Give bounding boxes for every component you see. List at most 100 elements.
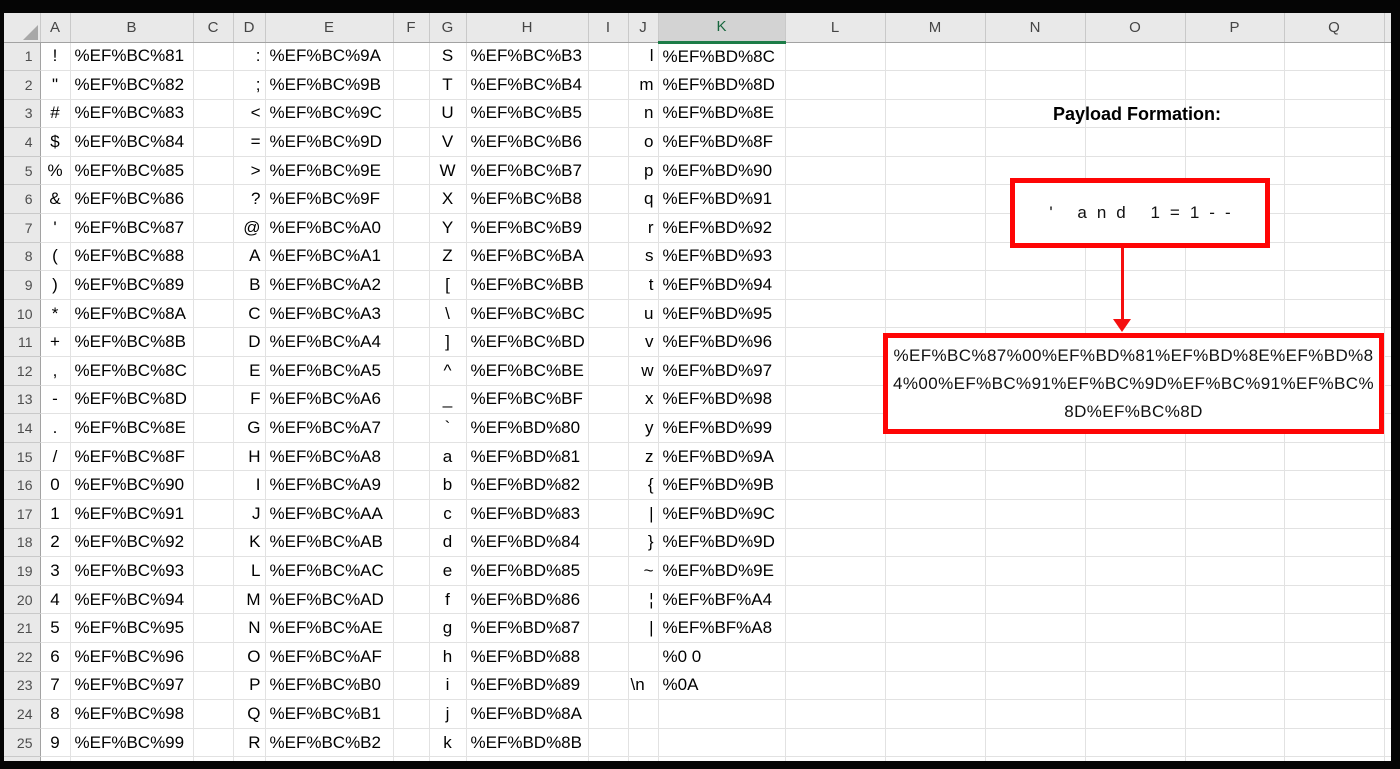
row-header-7[interactable]: 7 <box>4 213 41 243</box>
cell-F17[interactable] <box>393 499 430 529</box>
column-header-A[interactable]: A <box>40 13 71 43</box>
row-header-19[interactable]: 19 <box>4 556 41 586</box>
cell-O19[interactable] <box>1085 556 1186 586</box>
cell-C16[interactable] <box>193 470 234 500</box>
cell-I25[interactable] <box>588 728 629 758</box>
cell-M10[interactable] <box>885 299 986 329</box>
cell-B2[interactable]: %EF%BC%82 <box>70 70 194 100</box>
cell-M17[interactable] <box>885 499 986 529</box>
row-header-17[interactable]: 17 <box>4 499 41 529</box>
cell-B6[interactable]: %EF%BC%86 <box>70 184 194 215</box>
cell-A20[interactable]: 4 <box>40 585 71 615</box>
cell-K8[interactable]: %EF%BD%93 <box>658 242 786 272</box>
cell-K26[interactable] <box>658 756 786 761</box>
cell-C6[interactable] <box>193 184 234 215</box>
cell-P24[interactable] <box>1185 699 1285 729</box>
cell-E8[interactable]: %EF%BC%A1 <box>265 242 394 272</box>
cell-O17[interactable] <box>1085 499 1186 529</box>
cell-H16[interactable]: %EF%BD%82 <box>466 470 589 500</box>
cell-F13[interactable] <box>393 385 430 415</box>
cell-N19[interactable] <box>985 556 1086 586</box>
cell-H26[interactable] <box>466 756 589 761</box>
cell-K14[interactable]: %EF%BD%99 <box>658 413 786 443</box>
cell-E3[interactable]: %EF%BC%9C <box>265 99 394 129</box>
cell-K3[interactable]: %EF%BD%8E <box>658 99 786 129</box>
cell-C17[interactable] <box>193 499 234 529</box>
cell-B3[interactable]: %EF%BC%83 <box>70 99 194 129</box>
cell-I11[interactable] <box>588 327 629 358</box>
cell-C18[interactable] <box>193 528 234 558</box>
cell-P9[interactable] <box>1185 270 1285 300</box>
cell-B17[interactable]: %EF%BC%91 <box>70 499 194 529</box>
cell-I18[interactable] <box>588 528 629 558</box>
cell-D11[interactable]: D <box>233 327 266 358</box>
cell-G6[interactable]: X <box>429 184 467 215</box>
cell-K6[interactable]: %EF%BD%91 <box>658 184 786 215</box>
red-arrow-line[interactable] <box>1121 248 1124 321</box>
cell-O2[interactable] <box>1085 70 1186 100</box>
column-header-I[interactable]: I <box>588 13 629 43</box>
cell-P20[interactable] <box>1185 585 1285 615</box>
cell-N22[interactable] <box>985 642 1086 672</box>
cell-M5[interactable] <box>885 156 986 186</box>
sql-injection-input-box[interactable]: ' and 1=1-- <box>1010 178 1270 248</box>
cell-I7[interactable] <box>588 213 629 243</box>
column-header-M[interactable]: M <box>885 13 986 43</box>
row-header-5[interactable]: 5 <box>4 156 41 186</box>
cell-E5[interactable]: %EF%BC%9E <box>265 156 394 186</box>
cell-M20[interactable] <box>885 585 986 615</box>
row-header-1[interactable]: 1 <box>4 42 41 72</box>
cell-I6[interactable] <box>588 184 629 215</box>
cell-J3[interactable]: n <box>628 99 659 129</box>
cell-Q10[interactable] <box>1284 299 1385 329</box>
cell-O1[interactable] <box>1085 42 1186 72</box>
cell-L9[interactable] <box>785 270 886 300</box>
cell-D14[interactable]: G <box>233 413 266 443</box>
cell-L4[interactable] <box>785 127 886 157</box>
cell-H19[interactable]: %EF%BD%85 <box>466 556 589 586</box>
cell-E9[interactable]: %EF%BC%A2 <box>265 270 394 300</box>
cell-F11[interactable] <box>393 327 430 358</box>
cell-G19[interactable]: e <box>429 556 467 586</box>
cell-J24[interactable] <box>628 699 659 729</box>
cell-B26[interactable] <box>70 756 194 761</box>
cell-B21[interactable]: %EF%BC%95 <box>70 613 194 643</box>
cell-M25[interactable] <box>885 728 986 758</box>
cell-E6[interactable]: %EF%BC%9F <box>265 184 394 215</box>
cell-A13[interactable]: - <box>40 385 71 415</box>
cell-A18[interactable]: 2 <box>40 528 71 558</box>
cell-C12[interactable] <box>193 356 234 386</box>
cell-B8[interactable]: %EF%BC%88 <box>70 242 194 272</box>
row-header-13[interactable]: 13 <box>4 385 41 415</box>
cell-G4[interactable]: V <box>429 127 467 157</box>
cell-B16[interactable]: %EF%BC%90 <box>70 470 194 500</box>
column-header-K[interactable]: K <box>658 13 786 44</box>
cell-L23[interactable] <box>785 671 886 701</box>
cell-N26[interactable] <box>985 756 1086 761</box>
cell-P15[interactable] <box>1185 442 1285 472</box>
cell-G9[interactable]: [ <box>429 270 467 300</box>
cell-Q23[interactable] <box>1284 671 1385 701</box>
cell-E10[interactable]: %EF%BC%A3 <box>265 299 394 329</box>
cell-P25[interactable] <box>1185 728 1285 758</box>
cell-Q24[interactable] <box>1284 699 1385 729</box>
cell-B20[interactable]: %EF%BC%94 <box>70 585 194 615</box>
cell-D9[interactable]: B <box>233 270 266 300</box>
cell-F20[interactable] <box>393 585 430 615</box>
cell-H24[interactable]: %EF%BD%8A <box>466 699 589 729</box>
cell-Q1[interactable] <box>1284 42 1385 72</box>
cell-D2[interactable]: ; <box>233 70 266 100</box>
cell-D5[interactable]: > <box>233 156 266 186</box>
cell-J6[interactable]: q <box>628 184 659 215</box>
cell-F6[interactable] <box>393 184 430 215</box>
cell-L10[interactable] <box>785 299 886 329</box>
cell-G13[interactable]: _ <box>429 385 467 415</box>
cell-K13[interactable]: %EF%BD%98 <box>658 385 786 415</box>
cell-I9[interactable] <box>588 270 629 300</box>
cell-P1[interactable] <box>1185 42 1285 72</box>
cell-N15[interactable] <box>985 442 1086 472</box>
cell-M7[interactable] <box>885 213 986 243</box>
cell-P4[interactable] <box>1185 127 1285 157</box>
cell-F3[interactable] <box>393 99 430 129</box>
cell-A9[interactable]: ) <box>40 270 71 300</box>
